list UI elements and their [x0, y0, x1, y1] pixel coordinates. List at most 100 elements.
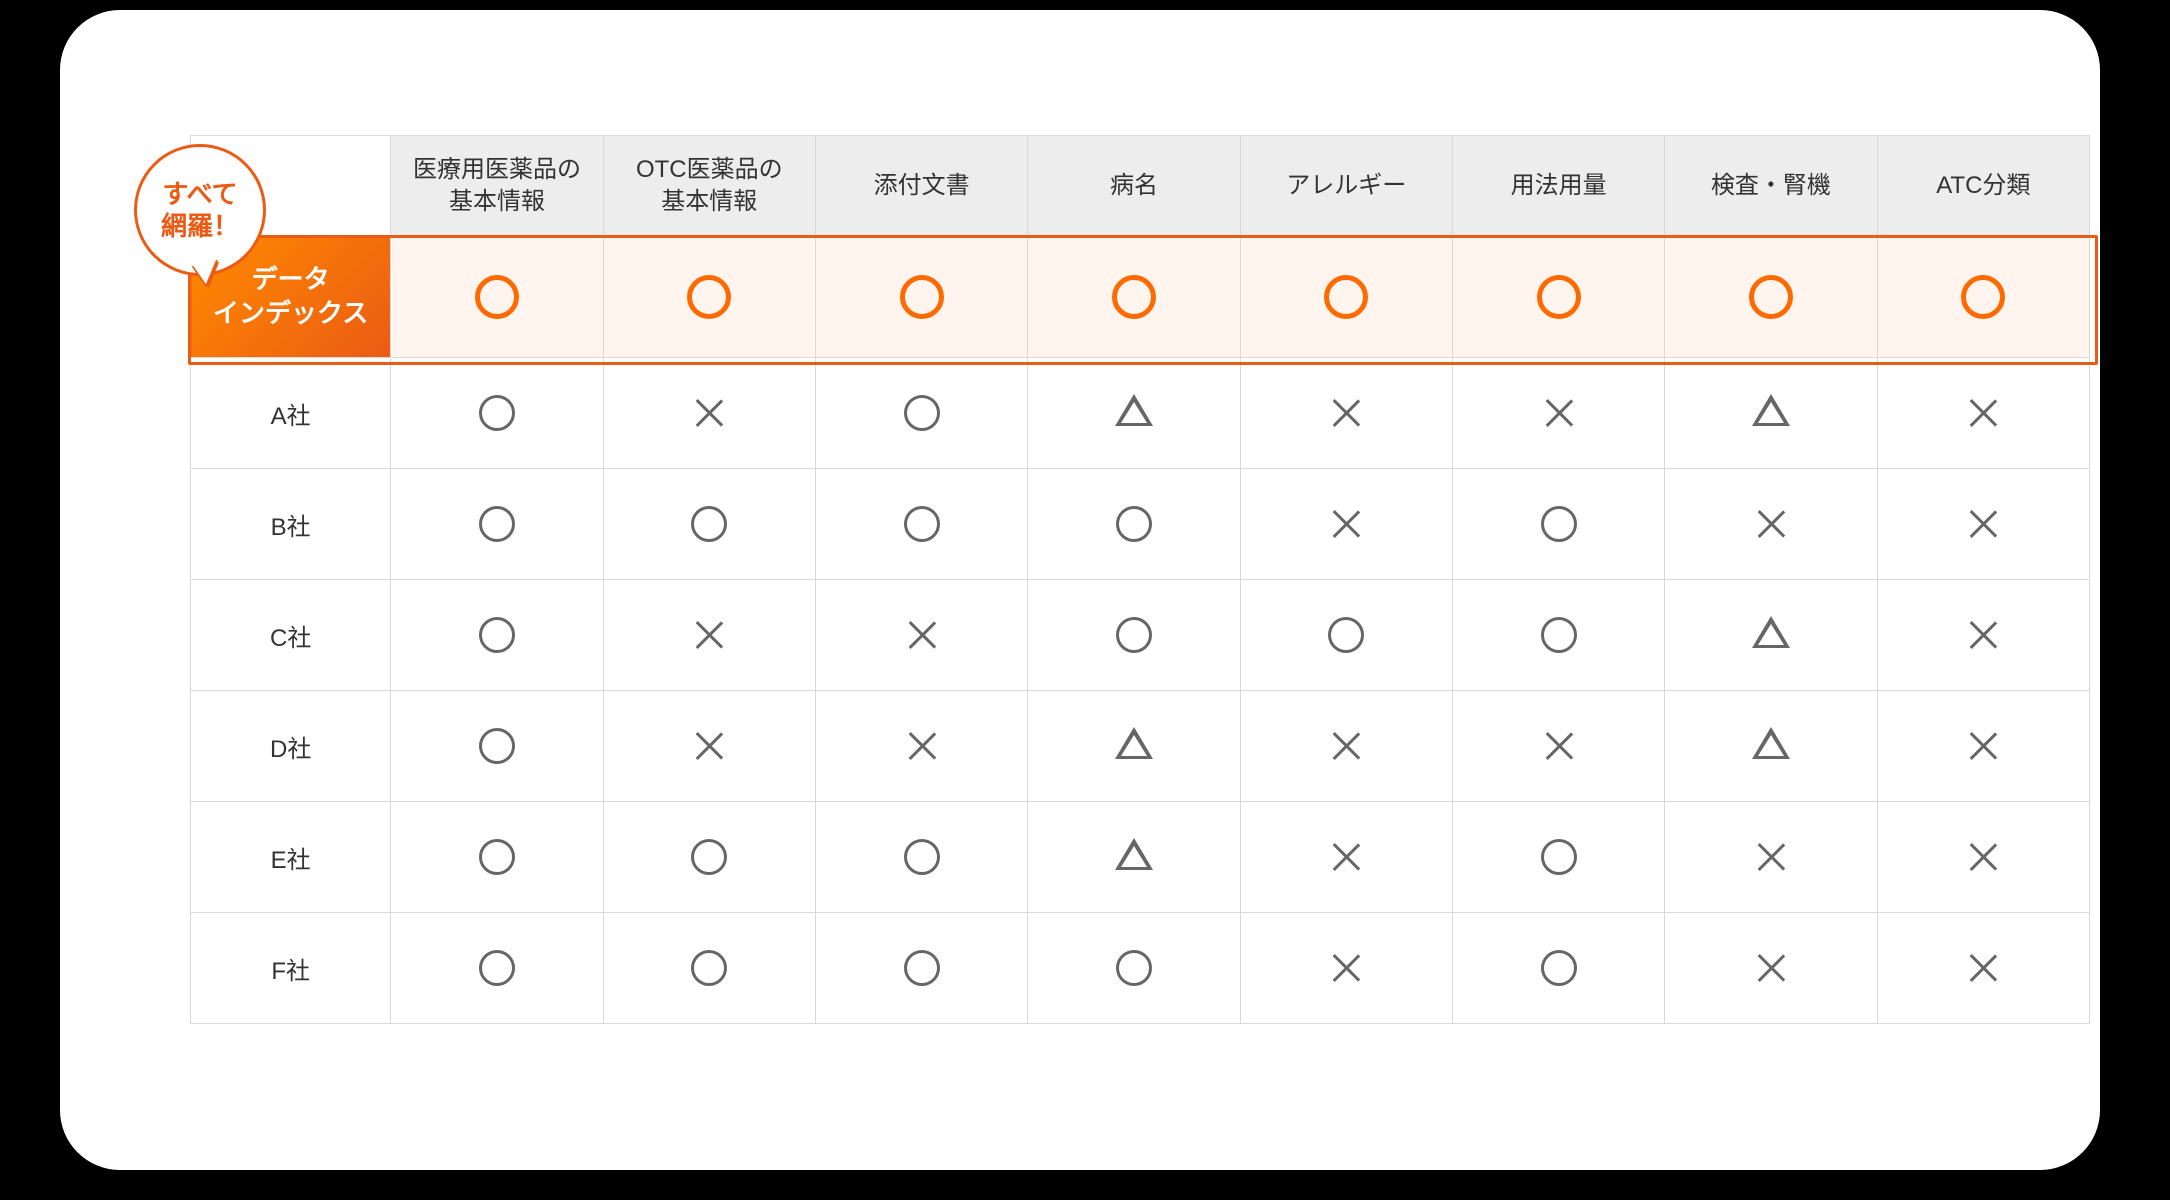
circle-icon	[1541, 839, 1577, 875]
cross-icon	[1968, 953, 1998, 983]
table-cell	[1028, 237, 1240, 358]
table-cell	[391, 802, 603, 913]
cross-icon	[907, 620, 937, 650]
cross-icon	[1544, 398, 1574, 428]
cross-icon	[1968, 509, 1998, 539]
table-cell	[1028, 580, 1240, 691]
circle-bold-icon	[1324, 275, 1368, 319]
speech-bubble-tail-icon	[192, 260, 219, 286]
cross-icon	[1968, 731, 1998, 761]
featured-row: データインデックス	[191, 237, 2090, 358]
triangle-icon	[1752, 727, 1790, 759]
table-cell	[603, 469, 815, 580]
table-row: E社	[191, 802, 2090, 913]
circle-icon	[479, 950, 515, 986]
table-cell	[1240, 802, 1452, 913]
coverage-badge: すべて網羅！	[134, 144, 260, 270]
table-cell	[603, 802, 815, 913]
table-cell	[1665, 913, 1877, 1024]
table-cell	[1877, 580, 2089, 691]
cross-icon	[1968, 842, 1998, 872]
table-cell	[603, 913, 815, 1024]
table-row: B社	[191, 469, 2090, 580]
table-cell	[603, 580, 815, 691]
circle-icon	[691, 950, 727, 986]
triangle-icon	[1752, 394, 1790, 426]
table-cell	[1877, 469, 2089, 580]
table-cell	[1665, 358, 1877, 469]
circle-bold-icon	[900, 275, 944, 319]
table-cell	[1665, 691, 1877, 802]
circle-icon	[479, 617, 515, 653]
row-label: B社	[191, 469, 391, 580]
table-row: A社	[191, 358, 2090, 469]
table-cell	[1877, 237, 2089, 358]
col-header: 添付文書	[815, 136, 1027, 237]
row-label: C社	[191, 580, 391, 691]
row-label: A社	[191, 358, 391, 469]
table-cell	[1240, 358, 1452, 469]
cross-icon	[1331, 398, 1361, 428]
table-cell	[815, 358, 1027, 469]
circle-icon	[1328, 617, 1364, 653]
table-cell	[815, 913, 1027, 1024]
table-cell	[815, 691, 1027, 802]
table-cell	[603, 237, 815, 358]
circle-icon	[691, 506, 727, 542]
col-header: 医療用医薬品の基本情報	[391, 136, 603, 237]
circle-icon	[904, 395, 940, 431]
cross-icon	[1756, 842, 1786, 872]
coverage-badge-label: すべて網羅！	[134, 144, 266, 276]
table-cell	[391, 580, 603, 691]
table-cell	[1240, 913, 1452, 1024]
table-cell	[1240, 469, 1452, 580]
table-row: D社	[191, 691, 2090, 802]
circle-bold-icon	[1112, 275, 1156, 319]
table-cell	[815, 469, 1027, 580]
row-label: F社	[191, 913, 391, 1024]
table-cell	[1240, 691, 1452, 802]
circle-icon	[479, 728, 515, 764]
stage: 医療用医薬品の基本情報 OTC医薬品の基本情報 添付文書 病名 アレルギー 用法…	[0, 0, 2170, 1200]
cross-icon	[1756, 509, 1786, 539]
table-cell	[1028, 358, 1240, 469]
cross-icon	[1544, 731, 1574, 761]
table-row: C社	[191, 580, 2090, 691]
table-cell	[1028, 469, 1240, 580]
table-header-row: 医療用医薬品の基本情報 OTC医薬品の基本情報 添付文書 病名 アレルギー 用法…	[191, 136, 2090, 237]
table-cell	[1028, 802, 1240, 913]
table-cell	[1665, 802, 1877, 913]
circle-icon	[1116, 506, 1152, 542]
col-header: ATC分類	[1877, 136, 2089, 237]
table-cell	[1877, 691, 2089, 802]
row-label: E社	[191, 802, 391, 913]
cross-icon	[1331, 842, 1361, 872]
table-cell	[1877, 913, 2089, 1024]
table-cell	[815, 802, 1027, 913]
table-cell	[391, 691, 603, 802]
circle-bold-icon	[1749, 275, 1793, 319]
circle-bold-icon	[475, 275, 519, 319]
cross-icon	[1968, 398, 1998, 428]
circle-bold-icon	[1537, 275, 1581, 319]
triangle-icon	[1115, 838, 1153, 870]
col-header: 検査・腎機	[1665, 136, 1877, 237]
cross-icon	[1756, 953, 1786, 983]
table-cell	[815, 237, 1027, 358]
cross-icon	[907, 731, 937, 761]
table-cell	[1877, 802, 2089, 913]
table-cell	[1452, 691, 1664, 802]
triangle-icon	[1752, 616, 1790, 648]
circle-icon	[479, 839, 515, 875]
circle-bold-icon	[687, 275, 731, 319]
table-cell	[1452, 580, 1664, 691]
table-cell	[1028, 913, 1240, 1024]
cross-icon	[694, 731, 724, 761]
circle-icon	[904, 506, 940, 542]
table-cell	[391, 913, 603, 1024]
table-cell	[603, 358, 815, 469]
table-cell	[1665, 580, 1877, 691]
table-cell	[1665, 237, 1877, 358]
table-cell	[1452, 469, 1664, 580]
col-header: 病名	[1028, 136, 1240, 237]
